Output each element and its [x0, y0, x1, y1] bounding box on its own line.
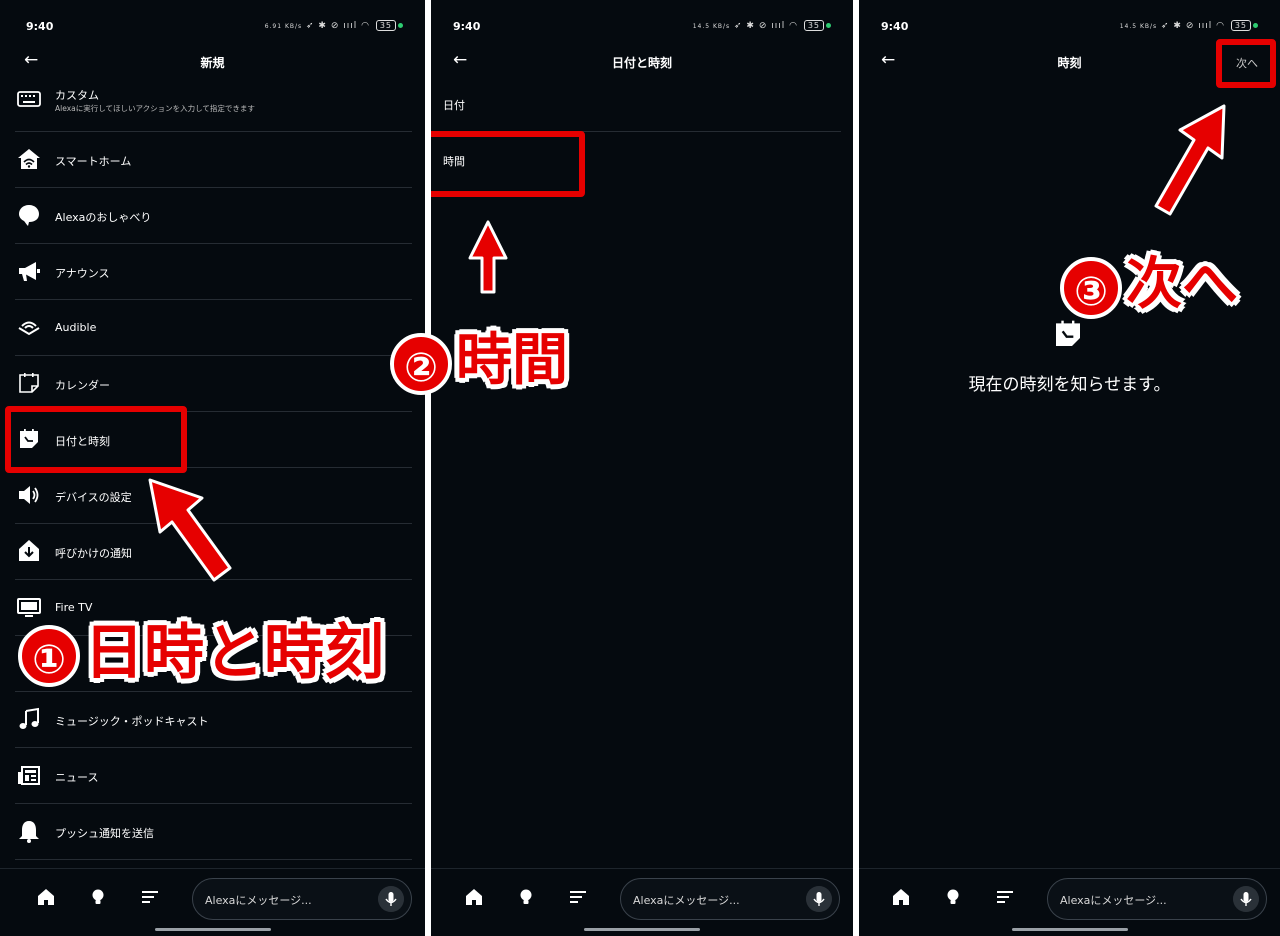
step-number-1: ①: [18, 625, 80, 688]
step-text-3: 次へ: [1126, 252, 1238, 317]
step-text-1: 日時と時刻: [84, 618, 384, 688]
annotation-arrow-3: [1154, 104, 1226, 216]
annotation-step-3: ③ 次へ: [1060, 250, 1238, 320]
annotation-step-1: ① 日時と時刻: [18, 618, 384, 688]
annotation-step-2: ② 時間: [390, 326, 568, 396]
step-number-2: ②: [390, 332, 452, 395]
step-text-2: 時間: [456, 328, 568, 393]
step-number-3: ③: [1060, 256, 1122, 319]
